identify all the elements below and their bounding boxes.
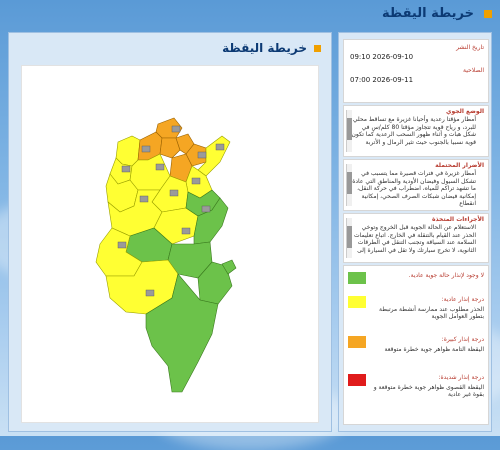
legend-item-yellow: درجة إنذار عادية: الحذر مطلوب عند ممارسة… — [344, 294, 488, 330]
legend-swatch-yellow — [348, 296, 366, 308]
damage-title: الأضرار المحتملة — [435, 162, 484, 169]
legend-desc: الحذر مطلوب عند ممارسة أنشطة مرتبطة بتطو… — [379, 306, 484, 320]
weather-card: الوضع الجوي أمطار مؤقتا رعدية وأحيانا غز… — [343, 105, 489, 157]
legend-swatch-green — [348, 272, 366, 284]
legend-swatch-red — [348, 374, 366, 386]
map-panel: خريطة اليقظة — [8, 32, 332, 432]
tunisia-map-svg — [95, 117, 237, 393]
storm-icon — [197, 151, 207, 159]
storm-icon — [169, 189, 179, 197]
vigilance-map — [21, 65, 319, 423]
date-card: تاريخ النشر 09:10 2026-09-10 الصلاحية 07… — [343, 39, 489, 103]
map-title-bullet-icon — [314, 45, 321, 52]
storm-icon — [191, 177, 201, 185]
legend-desc: اليقظة القصوى ظواهر جوية خطرة متوقعة و ب… — [373, 384, 484, 398]
measures-card: الأجراءات المتخذة الاستعلام عن الحالة ال… — [343, 213, 489, 263]
page-title: خريطة اليقظة — [382, 6, 474, 21]
storm-icon — [145, 289, 155, 297]
storm-icon — [121, 165, 131, 173]
storm-icon — [117, 241, 127, 249]
legend-label: لا وجود لإنذار حالة جوية عادية. — [408, 272, 484, 279]
legend: لا وجود لإنذار حالة جوية عادية. درجة إنذ… — [343, 265, 489, 425]
measures-scrollbar[interactable] — [346, 218, 352, 258]
storm-icon — [181, 227, 191, 235]
storm-icon — [171, 125, 181, 133]
legend-item-red: درجة إنذار شديدة: اليقظة القصوى ظواهر جو… — [344, 372, 488, 412]
damage-scrollbar[interactable] — [346, 164, 352, 206]
issue-date-value: 09:10 2026-09-10 — [350, 53, 414, 61]
storm-icon — [215, 143, 225, 151]
measures-text: الاستعلام عن الحالة الجوية قبل الخروج وت… — [354, 224, 476, 254]
storm-icon — [201, 205, 211, 213]
info-panel: تاريخ النشر 09:10 2026-09-10 الصلاحية 07… — [338, 32, 492, 432]
title-bullet-icon — [484, 10, 492, 18]
storm-icon — [139, 195, 149, 203]
storm-icon — [155, 163, 165, 171]
weather-text: أمطار مؤقتا رعدية وأحيانا غزيرة مع تساقط… — [351, 116, 476, 146]
legend-label: درجة إنذار عادية: — [441, 296, 484, 303]
legend-swatch-orange — [348, 336, 366, 348]
storm-icon — [141, 145, 151, 153]
issue-date-label: تاريخ النشر — [456, 44, 484, 51]
measures-title: الأجراءات المتخذة — [432, 216, 484, 223]
validity-value: 07:00 2026-09-11 — [350, 76, 414, 84]
map-title: خريطة اليقظة — [222, 41, 307, 55]
damage-card: الأضرار المحتملة أمطار غزيرة في فترات قص… — [343, 159, 489, 211]
weather-scrollbar[interactable] — [346, 110, 352, 152]
validity-label: الصلاحية — [462, 67, 484, 74]
legend-item-orange: درجة إنذار كبيرة: اليقظة التامة ظواهر جو… — [344, 334, 488, 368]
damage-text: أمطار غزيرة في فترات قصيرة مما يتسبب في … — [352, 170, 476, 207]
weather-title: الوضع الجوي — [446, 108, 484, 115]
legend-desc: اليقظة التامة ظواهر جوية خطرة متوقعة — [384, 346, 484, 353]
legend-label: درجة إنذار شديدة: — [438, 374, 484, 381]
legend-label: درجة إنذار كبيرة: — [441, 336, 484, 343]
